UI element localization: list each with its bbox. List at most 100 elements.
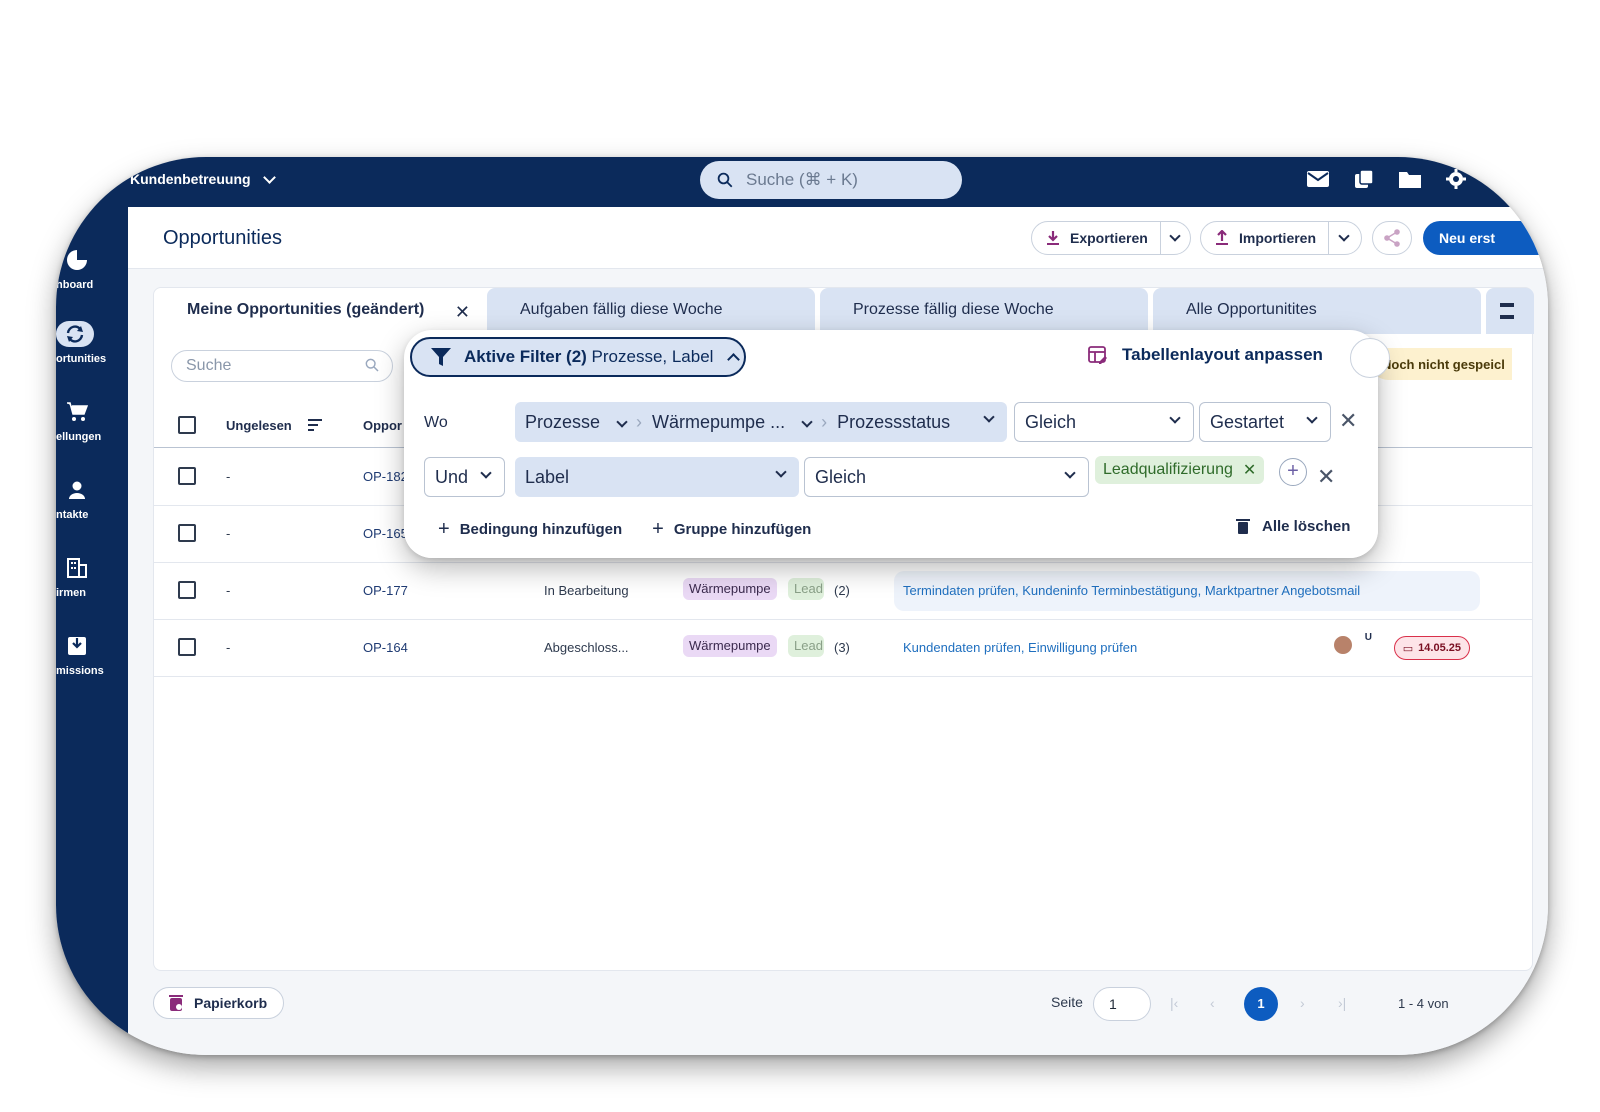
operator-select[interactable]: Gleich — [1014, 402, 1194, 442]
row-checkbox[interactable] — [178, 581, 196, 599]
tag-count: (2) — [834, 583, 850, 598]
add-condition-button[interactable]: + Bedingung hinzufügen — [438, 518, 622, 541]
row-id[interactable]: OP-165 — [363, 526, 408, 541]
calendar-icon: ▭ — [1402, 643, 1414, 655]
tab-all-opportunities[interactable]: Alle Opportunitites — [1153, 288, 1481, 334]
gear-icon[interactable] — [1444, 167, 1468, 191]
sort-icon[interactable] — [308, 419, 322, 434]
row-unread: - — [226, 583, 231, 598]
share-icon — [1384, 229, 1400, 247]
filter-actions: + Bedingung hinzufügen + Gruppe hinzufügen — [438, 518, 811, 541]
value-select[interactable]: Gestartet — [1199, 402, 1331, 442]
tab-my-opportunities[interactable]: Meine Opportunities (geändert) ✕ — [154, 288, 482, 334]
row-id[interactable]: OP-164 — [363, 640, 408, 655]
saved-view-chip[interactable] — [1350, 338, 1390, 378]
tab-tasks-due[interactable]: Aufgaben fällig diese Woche — [487, 288, 815, 334]
row-tasks[interactable]: Termindaten prüfen, Kundeninfo Terminbes… — [894, 571, 1480, 611]
value-tag-label: Leadqualifizierung — [1103, 461, 1233, 478]
table-layout-button[interactable]: Tabellenlayout anpassen — [1088, 345, 1323, 365]
due-date-badge[interactable]: ▭ 14.05.25 — [1393, 636, 1470, 660]
export-button-group: Exportieren — [1031, 221, 1191, 255]
field-path-select[interactable]: Prozesse › Wärmepumpe ... › Prozessstatu… — [515, 402, 1007, 442]
page-label: Seite — [1051, 994, 1083, 1010]
delete-all-button[interactable]: Alle löschen — [1236, 518, 1350, 535]
conjunction-select[interactable]: Und — [424, 457, 505, 497]
row-tasks-text: Termindaten prüfen, Kundeninfo Terminbes… — [903, 583, 1361, 598]
export-button[interactable]: Exportieren — [1032, 222, 1161, 254]
sidebar-item-label: ntakte — [56, 509, 89, 521]
column-unread[interactable]: Ungelesen — [226, 418, 292, 433]
row-id[interactable]: OP-177 — [363, 583, 408, 598]
chevron-up-icon — [727, 352, 741, 366]
tab-label: Prozesse fällig diese Woche — [853, 301, 1054, 318]
page-input[interactable]: 1 — [1093, 987, 1151, 1021]
export-dropdown-toggle[interactable] — [1161, 222, 1190, 254]
last-page-icon[interactable]: ›| — [1338, 995, 1346, 1011]
row-checkbox[interactable] — [178, 467, 196, 485]
list-search-input[interactable]: Suche — [171, 350, 393, 382]
add-value-icon[interactable]: + — [1279, 458, 1307, 486]
field-select[interactable]: Label — [515, 457, 799, 497]
chevron-down-icon — [775, 466, 787, 478]
trash-button[interactable]: Papierkorb — [153, 987, 285, 1019]
field-process-type[interactable]: Wärmepumpe ... — [652, 412, 785, 433]
new-button[interactable]: Neu erst — [1423, 221, 1548, 255]
chevron-down-icon — [1306, 412, 1318, 424]
field-process[interactable]: Prozesse — [525, 412, 600, 433]
tab-more[interactable] — [1486, 288, 1534, 334]
avatar[interactable] — [1332, 634, 1354, 656]
trash-icon — [1236, 519, 1250, 534]
table-row[interactable]: - OP-164 Abgeschloss... Wärmepumpe Lead … — [154, 620, 1532, 677]
active-filter-count: Aktive Filter (2) — [464, 347, 587, 366]
operator-select[interactable]: Gleich — [804, 457, 1089, 497]
upload-icon — [1216, 230, 1228, 245]
table-row[interactable]: - OP-177 In Bearbeitung Wärmepumpe Lead … — [154, 563, 1532, 620]
copy-icon[interactable] — [1352, 167, 1376, 191]
cart-icon — [64, 399, 90, 425]
result-range: 1 - 4 von — [1398, 996, 1449, 1011]
import-button-group: Importieren — [1200, 221, 1362, 255]
operator-value: Gleich — [1025, 411, 1077, 432]
chevron-down-icon — [801, 416, 813, 428]
current-page-button[interactable]: 1 — [1244, 987, 1278, 1021]
share-button[interactable] — [1372, 221, 1412, 255]
tab-processes-due[interactable]: Prozesse fällig diese Woche — [820, 288, 1148, 334]
close-icon[interactable]: ✕ — [1243, 460, 1256, 480]
close-icon[interactable]: ✕ — [455, 302, 470, 323]
import-dropdown-toggle[interactable] — [1329, 222, 1359, 254]
add-group-button[interactable]: + Gruppe hinzufügen — [652, 518, 811, 541]
breadcrumb-separator-icon: › — [636, 411, 643, 432]
row-tasks[interactable]: Kundendaten prüfen, Einwilligung prüfen … — [894, 628, 1480, 668]
search-icon — [717, 172, 733, 188]
column-opportunity[interactable]: Oppor — [363, 418, 402, 433]
remove-condition-icon[interactable]: ✕ — [1317, 464, 1335, 490]
row-unread: - — [226, 640, 231, 655]
due-date: 14.05.25 — [1418, 642, 1461, 654]
active-filter-toggle[interactable]: Aktive Filter (2) Prozesse, Label — [410, 337, 746, 377]
field-process-status[interactable]: Prozessstatus — [837, 412, 950, 433]
chevron-down-icon — [262, 170, 276, 184]
import-button[interactable]: Importieren — [1201, 222, 1330, 254]
row-checkbox[interactable] — [178, 638, 196, 656]
global-search[interactable]: Suche (⌘ + K) — [700, 161, 962, 199]
assignee-badge[interactable]: U — [1365, 632, 1372, 643]
select-all-checkbox[interactable] — [178, 416, 196, 434]
prev-page-icon[interactable]: ‹ — [1210, 995, 1215, 1011]
folder-icon[interactable] — [1398, 167, 1422, 191]
first-page-icon[interactable]: |‹ — [1170, 995, 1178, 1011]
row-checkbox[interactable] — [178, 524, 196, 542]
sidebar-item-label: ellungen — [56, 431, 102, 443]
view-tabs: Meine Opportunities (geändert) ✕ Aufgabe… — [154, 288, 1534, 334]
person-icon — [64, 477, 90, 503]
label-tag: Lead — [788, 635, 824, 657]
workspace-switcher[interactable]: Kundenbetreuung — [130, 170, 276, 187]
building-icon — [64, 555, 90, 581]
remove-condition-icon[interactable]: ✕ — [1339, 408, 1357, 434]
value-tag[interactable]: Leadqualifizierung ✕ — [1095, 456, 1265, 484]
table-edit-icon — [1088, 346, 1107, 364]
add-group-label: Gruppe hinzufügen — [673, 521, 812, 538]
next-page-icon[interactable]: › — [1300, 995, 1305, 1011]
delete-all-label: Alle löschen — [1262, 518, 1351, 535]
row-id[interactable]: OP-182 — [363, 469, 408, 484]
mail-icon[interactable] — [1306, 167, 1330, 191]
